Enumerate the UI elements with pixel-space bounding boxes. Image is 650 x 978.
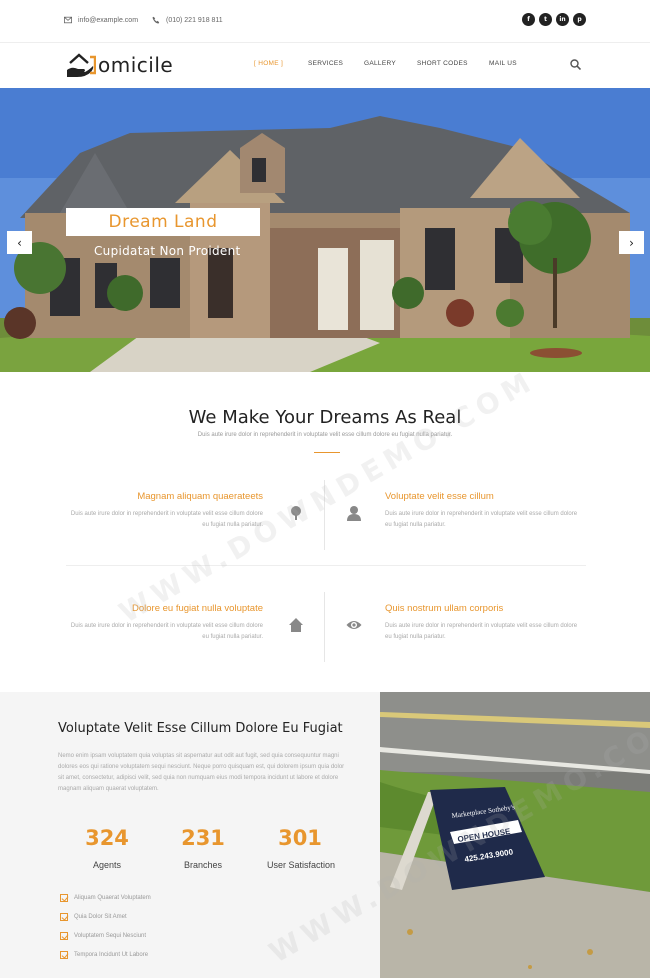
vertical-divider	[324, 592, 325, 662]
social-links: f t in p	[522, 13, 586, 26]
linkedin-icon[interactable]: in	[556, 13, 569, 26]
list-item: Quia Dolor Sit Amet	[60, 913, 127, 921]
phone-text: (010) 221 918 811	[166, 16, 223, 24]
horizontal-divider	[66, 565, 586, 566]
checkbox-icon	[60, 932, 68, 940]
house-hand-logo-icon	[67, 53, 96, 77]
hero-title-box: Dream Land	[66, 208, 260, 236]
list-item-label: Aliquam Quaerat Voluptatem	[74, 895, 151, 901]
nav-mail-us[interactable]: MAIL US	[489, 60, 517, 67]
search-icon[interactable]	[570, 59, 581, 70]
hero-subtitle: Cupidatat Non Proident	[94, 244, 241, 258]
slider-prev-button[interactable]: ‹	[7, 231, 32, 254]
slider-next-button[interactable]: ›	[619, 231, 644, 254]
chevron-right-icon: ›	[629, 235, 634, 250]
feature-text: Duis aute irure dolor in reprehenderit i…	[385, 511, 578, 528]
open-house-photo: Marketplace Sotheby's OPEN HOUSE 425.243…	[380, 692, 650, 978]
checkbox-icon	[60, 894, 68, 902]
list-item: Aliquam Quaerat Voluptatem	[60, 894, 151, 902]
pinterest-icon[interactable]: p	[573, 13, 586, 26]
feature-title: Dolore eu fugiat nulla voluptate	[132, 603, 263, 614]
logo-text: omicile	[98, 53, 174, 77]
hero-title: Dream Land	[108, 212, 218, 232]
nav-short-codes[interactable]: SHORT CODES	[417, 60, 468, 67]
top-bar: info@example.com (010) 221 918 811 f t i…	[0, 0, 650, 43]
user-icon	[347, 506, 361, 521]
nav-home[interactable]: [ HOME ]	[254, 60, 283, 67]
title-divider	[314, 452, 340, 453]
chevron-left-icon: ‹	[17, 235, 22, 250]
list-item-label: Voluptatem Sequi Nesciunt	[74, 933, 147, 939]
email-text[interactable]: info@example.com	[78, 17, 138, 24]
nav-gallery[interactable]: GALLERY	[364, 60, 396, 67]
list-item: Tempora Incidunt Ut Labore	[60, 951, 148, 959]
feature-text: Duis aute irure dolor in reprehenderit i…	[70, 623, 263, 640]
home-icon	[289, 618, 303, 632]
feature-text: Duis aute irure dolor in reprehenderit i…	[385, 623, 578, 640]
feature-title: Quis nostrum ullam corporis	[385, 603, 504, 614]
email-contact[interactable]: info@example.com	[64, 16, 138, 24]
stat-satisfaction-label: User Satisfaction	[266, 860, 336, 870]
checkbox-icon	[60, 951, 68, 959]
about-title: Voluptate Velit Esse Cillum Dolore Eu Fu…	[58, 721, 343, 736]
vertical-divider	[324, 480, 325, 550]
tree-icon	[291, 506, 301, 520]
hero-slider: Dream Land Cupidatat Non Proident ‹ ›	[0, 88, 650, 372]
facebook-icon[interactable]: f	[522, 13, 535, 26]
stat-branches-label: Branches	[183, 860, 223, 870]
feature-title: Voluptate velit esse cillum	[385, 491, 494, 502]
nav-services[interactable]: SERVICES	[308, 60, 343, 67]
stat-agents-label: Agents	[92, 860, 122, 870]
site-header: omicile [ HOME ] SERVICES GALLERY SHORT …	[0, 43, 650, 88]
feature-text: Duis aute irure dolor in reprehenderit i…	[70, 511, 263, 528]
feature-title: Magnam aliquam quaerateets	[137, 491, 263, 502]
stat-satisfaction-value: 301	[278, 826, 322, 850]
list-item-label: Quia Dolor Sit Amet	[74, 914, 127, 920]
features-title: We Make Your Dreams As Real	[188, 407, 462, 428]
mail-icon	[64, 16, 72, 24]
list-item-label: Tempora Incidunt Ut Labore	[74, 952, 149, 958]
twitter-icon[interactable]: t	[539, 13, 552, 26]
features-subtitle: Duis aute irure dolor in reprehenderit i…	[197, 432, 453, 438]
eye-icon	[346, 621, 362, 629]
checkbox-icon	[60, 913, 68, 921]
stat-branches-value: 231	[181, 826, 225, 850]
site-logo[interactable]: omicile	[66, 51, 173, 79]
stat-agents-value: 324	[85, 826, 129, 850]
about-text: Nemo enim ipsam voluptatem quia voluptas…	[58, 753, 345, 792]
phone-icon	[152, 16, 160, 24]
list-item: Voluptatem Sequi Nesciunt	[60, 932, 146, 940]
phone-contact: (010) 221 918 811	[152, 16, 223, 24]
